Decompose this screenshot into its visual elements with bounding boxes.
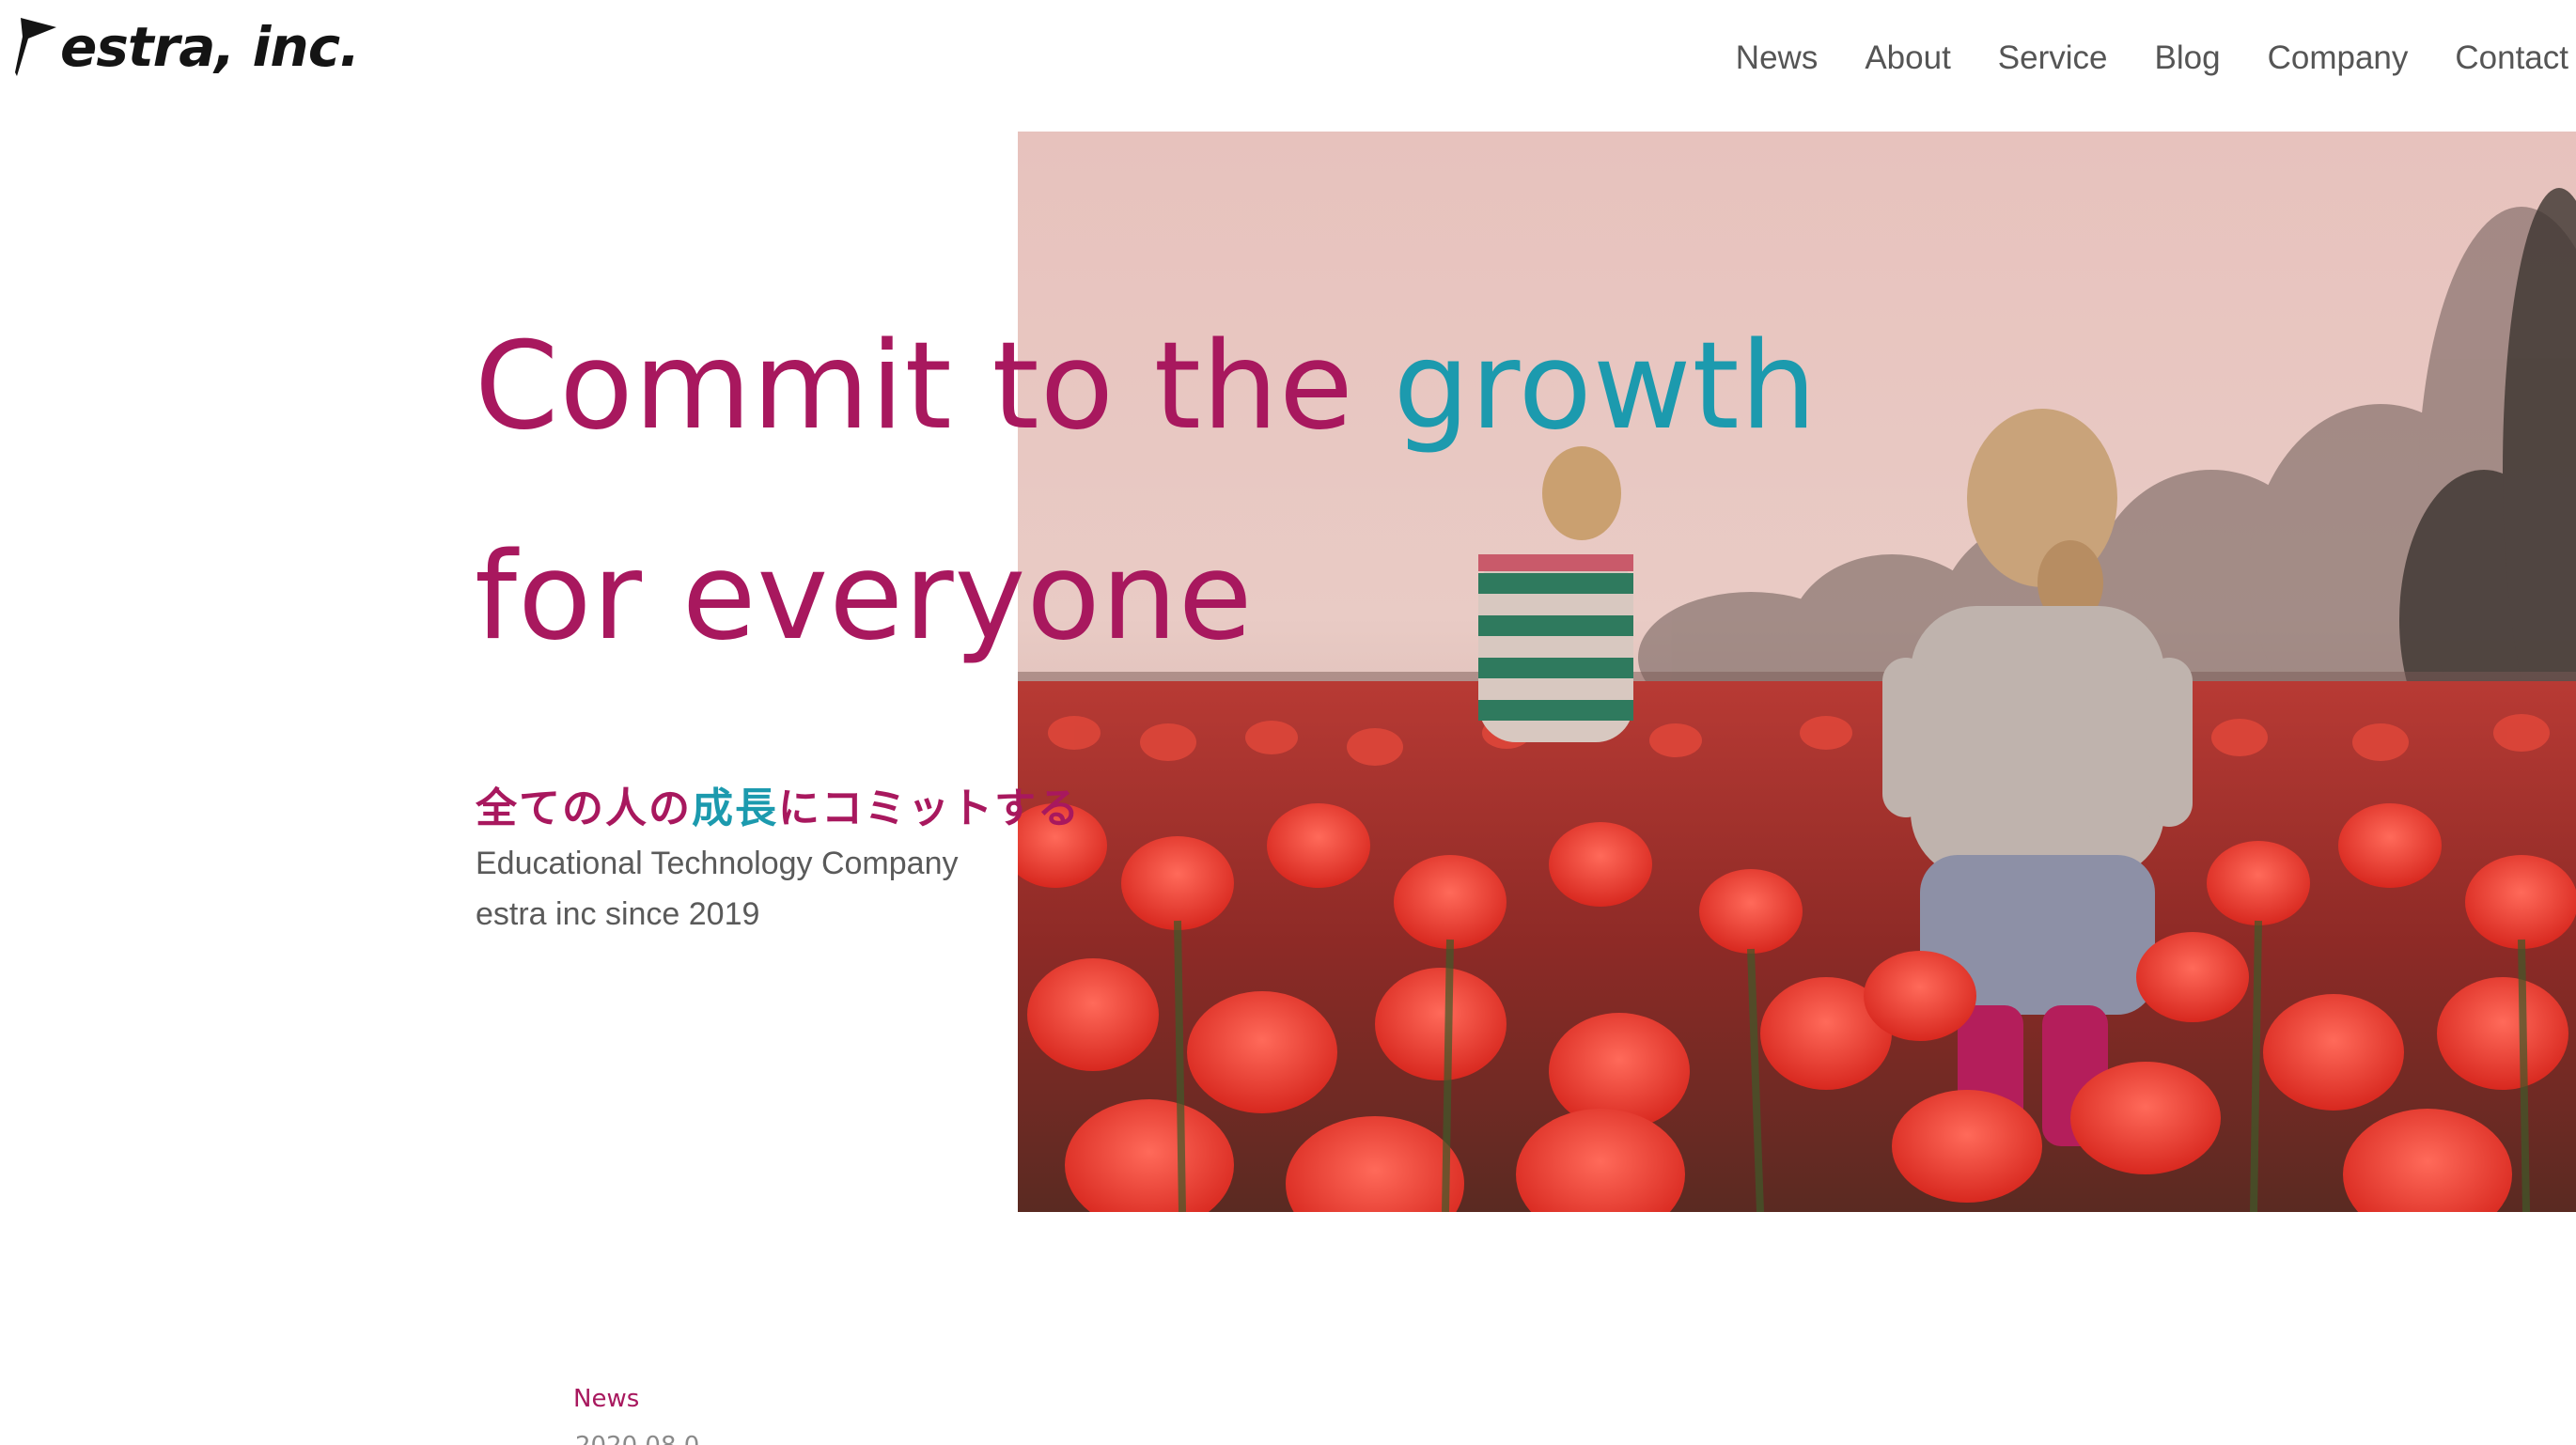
hero-subtitle-jp: 全ての人の成長にコミットする — [476, 774, 1081, 834]
nav-company[interactable]: Company — [2268, 41, 2409, 74]
nav-news[interactable]: News — [1736, 41, 1819, 74]
page: estra, inc. News About Service Blog Comp… — [0, 0, 2576, 1445]
hero-tagline: Educational Technology Company estra inc… — [476, 838, 959, 940]
subtitle-jp-accent: 成長 — [692, 785, 778, 832]
hero-headline: Commit to the growth for everyone — [475, 282, 1818, 703]
news-section-title: News — [573, 1385, 640, 1413]
headline-line-1: Commit to the growth — [475, 282, 1818, 492]
headline-text-1: Commit to the — [475, 317, 1394, 457]
main-nav: News About Service Blog Company Contact — [1736, 41, 2568, 74]
logo-link[interactable]: estra, inc. — [15, 13, 360, 81]
nav-contact[interactable]: Contact — [2455, 41, 2568, 74]
logo-text: estra, inc. — [60, 15, 360, 79]
headline-accent: growth — [1393, 317, 1818, 457]
headline-line-2: for everyone — [475, 527, 1254, 667]
tagline-line-2: estra inc since 2019 — [476, 896, 760, 932]
tagline-line-1: Educational Technology Company — [476, 846, 959, 881]
subtitle-jp-part-2: にコミットする — [778, 785, 1081, 832]
logo-mark-icon — [15, 18, 56, 76]
news-item-date: 2020.08.0 — [575, 1432, 699, 1445]
nav-about[interactable]: About — [1865, 41, 1950, 74]
nav-blog[interactable]: Blog — [2155, 41, 2221, 74]
nav-service[interactable]: Service — [1998, 41, 2108, 74]
subtitle-jp-part-1: 全ての人の — [476, 785, 692, 832]
